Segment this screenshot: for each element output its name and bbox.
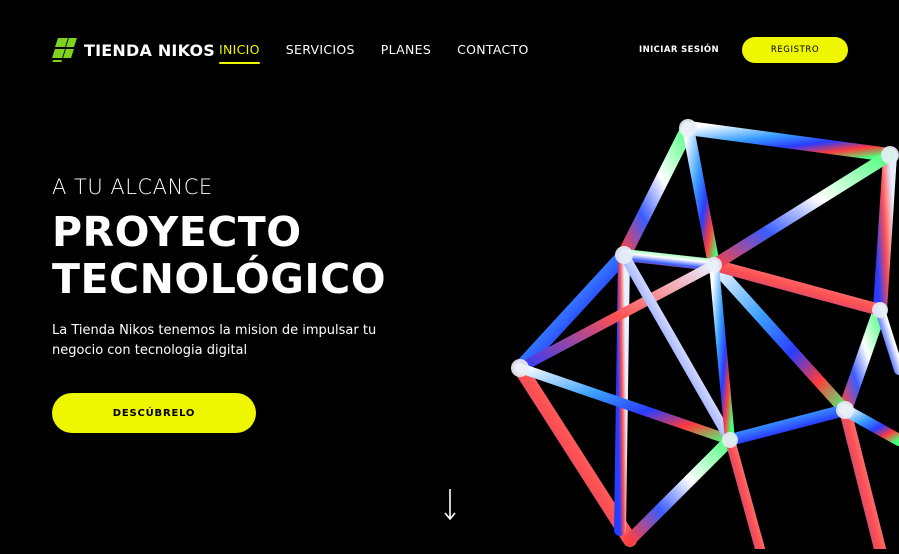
hero-eyebrow: A TU ALCANCE xyxy=(52,175,213,199)
logo-blocks-icon xyxy=(52,37,78,63)
hero-title-line1: PROYECTO xyxy=(52,208,302,256)
hero-description: La Tienda Nikos tenemos la mision de imp… xyxy=(52,323,377,358)
hero-section: A TU ALCANCE PROYECTO TECNOLÓGICO La Tie… xyxy=(52,175,492,361)
main-menu: INICIO SERVICIOS PLANES CONTACTO xyxy=(219,42,555,64)
hero-title: PROYECTO TECNOLÓGICO xyxy=(52,209,492,303)
nav-link-servicios[interactable]: SERVICIOS xyxy=(286,42,355,57)
top-navbar: TIENDA NIKOS INICIO SERVICIOS PLANES CON… xyxy=(0,0,899,100)
nav-link-contacto[interactable]: CONTACTO xyxy=(457,42,529,57)
geodesic-sphere-image xyxy=(500,110,899,554)
login-link[interactable]: INICIAR SESIÓN xyxy=(639,45,719,55)
brand-name: TIENDA NIKOS xyxy=(84,40,215,60)
discover-button[interactable]: DESCÚBRELO xyxy=(52,393,256,433)
nav-link-inicio[interactable]: INICIO xyxy=(219,42,260,64)
arrow-down-icon[interactable] xyxy=(443,488,457,522)
register-button[interactable]: REGISTRO xyxy=(742,37,848,63)
brand-logo-link[interactable]: TIENDA NIKOS xyxy=(52,37,215,63)
hero-title-line2: TECNOLÓGICO xyxy=(52,255,387,303)
nav-link-planes[interactable]: PLANES xyxy=(381,42,431,57)
